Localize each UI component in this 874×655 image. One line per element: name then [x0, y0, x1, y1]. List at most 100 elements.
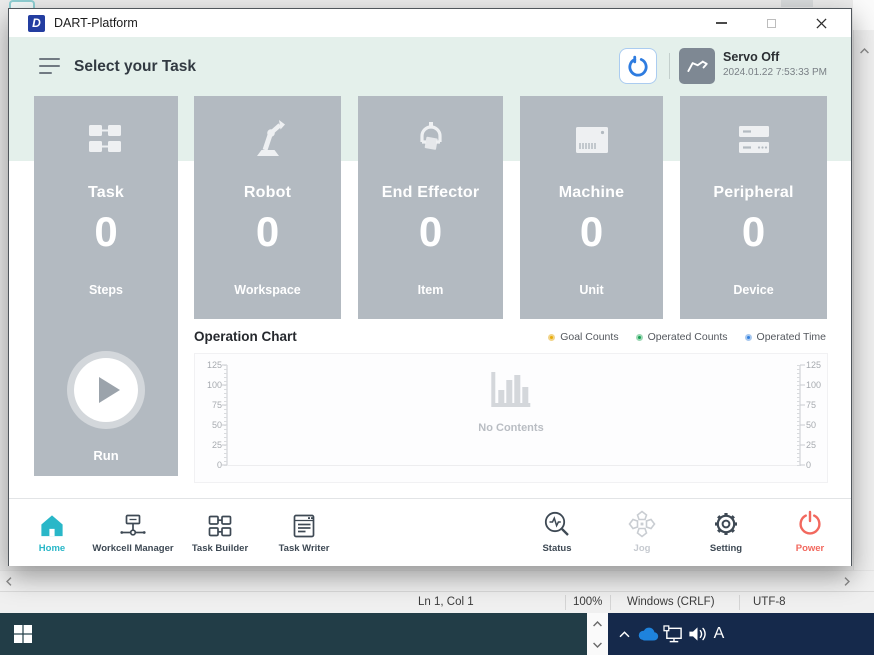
card-unit: Item — [358, 283, 503, 297]
windows-logo-icon — [14, 625, 32, 643]
no-contents-label: No Contents — [478, 422, 543, 434]
operation-chart-title: Operation Chart — [194, 329, 297, 344]
card-machine[interactable]: Machine 0 Unit — [520, 96, 663, 319]
tray-expand-button[interactable] — [613, 613, 635, 655]
minor-ticks-left — [224, 365, 227, 466]
operated-counts-dot-icon — [636, 334, 643, 341]
legend-goal-counts: Goal Counts — [548, 331, 618, 343]
menu-button[interactable] — [39, 58, 61, 75]
legend-operated-counts: Operated Counts — [636, 331, 728, 343]
zoom-level: 100% — [573, 592, 602, 613]
volume-tray-icon[interactable] — [685, 613, 709, 655]
statusbar-divider — [739, 595, 740, 610]
network-tray-icon[interactable] — [661, 613, 685, 655]
header-divider — [669, 53, 670, 79]
start-button[interactable] — [14, 624, 36, 644]
card-title: Machine — [520, 184, 663, 202]
title-bar[interactable]: D DART-Platform — [9, 9, 851, 37]
close-button[interactable] — [796, 9, 846, 37]
run-label: Run — [34, 448, 178, 463]
y-tick-right: 25 — [806, 440, 831, 450]
maximize-button[interactable] — [746, 9, 796, 37]
onedrive-tray-icon[interactable] — [635, 613, 661, 655]
scroll-right-icon[interactable] — [840, 574, 854, 588]
nav-item-task-writer[interactable]: Task Writer — [258, 508, 350, 554]
status-icon — [511, 508, 603, 539]
peripheral-icon — [680, 116, 827, 164]
robot-arm-icon — [684, 53, 710, 79]
card-unit: Workspace — [194, 283, 341, 297]
y-tick-right: 75 — [806, 400, 831, 410]
servo-button[interactable] — [679, 48, 715, 84]
nav-item-status[interactable]: Status — [511, 508, 603, 554]
robot-icon — [194, 116, 341, 164]
nav-item-setting[interactable]: Setting — [680, 508, 772, 554]
taskbar-tray-segment: A — [608, 613, 874, 655]
card-title: Task — [34, 184, 178, 202]
robot-connect-button[interactable] — [619, 48, 657, 84]
operated-time-dot-icon — [745, 334, 752, 341]
task-builder-icon — [174, 508, 266, 539]
statusbar-divider — [565, 595, 566, 610]
minimize-button[interactable] — [696, 9, 746, 37]
ime-indicator[interactable]: A — [708, 613, 730, 655]
chart-empty-state: No Contents — [478, 370, 543, 434]
y-tick-left: 100 — [197, 380, 222, 390]
card-peripheral[interactable]: Peripheral 0 Device — [680, 96, 827, 319]
y-tick-right: 125 — [806, 360, 831, 370]
scroll-down-icon[interactable] — [590, 638, 604, 652]
play-icon — [99, 377, 120, 403]
y-tick-left: 50 — [197, 420, 222, 430]
servo-timestamp: 2024.01.22 7:53:33 PM — [723, 67, 827, 78]
statusbar-divider — [610, 595, 611, 610]
line-ending: Windows (CRLF) — [627, 592, 715, 613]
task-writer-icon — [258, 508, 350, 539]
card-end-effector[interactable]: End Effector 0 Item — [358, 96, 503, 319]
card-count: 0 — [194, 208, 341, 256]
taskbar-left-segment — [0, 613, 587, 655]
power-icon — [764, 508, 856, 539]
gear-icon — [680, 508, 772, 539]
background-editor-corner — [853, 0, 874, 30]
card-count: 0 — [520, 208, 663, 256]
close-icon — [816, 18, 827, 29]
home-icon — [6, 508, 98, 539]
task-icon — [34, 116, 178, 164]
bottom-navigation: Home Workcell Manager — [9, 498, 851, 566]
legend-operated-time: Operated Time — [745, 331, 826, 343]
card-robot[interactable]: Robot 0 Workspace — [194, 96, 341, 319]
nav-item-home[interactable]: Home — [6, 508, 98, 554]
gripper-circle-icon — [625, 53, 651, 79]
end-effector-icon — [358, 116, 503, 164]
nav-item-workcell-manager[interactable]: Workcell Manager — [87, 508, 179, 554]
chart-legend: Goal Counts Operated Counts Operated Tim… — [548, 331, 826, 343]
scroll-left-icon[interactable] — [2, 574, 16, 588]
cursor-position: Ln 1, Col 1 — [418, 592, 474, 613]
scroll-up-icon[interactable] — [857, 44, 871, 58]
card-count: 0 — [358, 208, 503, 256]
page-title: Select your Task — [74, 58, 196, 76]
speaker-icon — [687, 625, 708, 643]
windows-taskbar: A — [0, 613, 874, 655]
run-button[interactable] — [74, 358, 138, 422]
bar-chart-icon — [488, 370, 534, 410]
y-tick-left: 75 — [197, 400, 222, 410]
nav-item-power[interactable]: Power — [764, 508, 856, 554]
editor-status-bar: Ln 1, Col 1 100% Windows (CRLF) UTF-8 — [0, 592, 874, 613]
y-tick-left: 25 — [197, 440, 222, 450]
card-unit: Unit — [520, 283, 663, 297]
background-window-fragment — [781, 0, 813, 7]
card-unit: Device — [680, 283, 827, 297]
minor-ticks-right — [797, 365, 800, 466]
nav-item-task-builder[interactable]: Task Builder — [174, 508, 266, 554]
y-tick-left: 125 — [197, 360, 222, 370]
nav-item-jog[interactable]: Jog — [596, 508, 688, 554]
scroll-up-icon[interactable] — [590, 617, 604, 631]
cloud-icon — [636, 626, 660, 643]
card-task[interactable]: Task 0 Steps Run — [34, 96, 178, 476]
editor-horizontal-scrollbar[interactable] — [0, 570, 874, 592]
dart-platform-window: D DART-Platform Select your Task — [8, 8, 852, 566]
editor-vertical-scrollbar[interactable] — [853, 30, 874, 570]
overlapping-scrollbar[interactable] — [587, 613, 608, 655]
dart-logo-icon: D — [28, 15, 45, 32]
